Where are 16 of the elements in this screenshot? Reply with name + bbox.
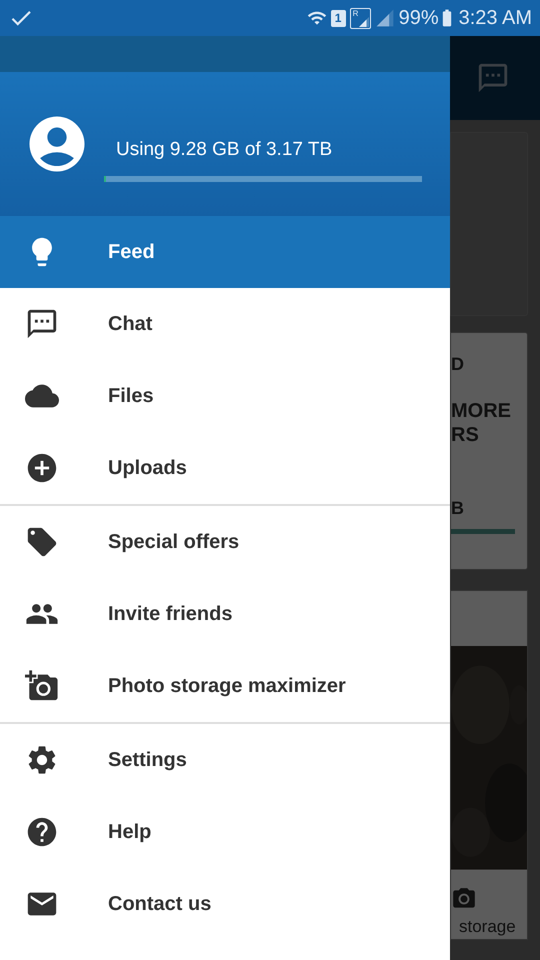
roaming-signal-icon: R	[350, 8, 371, 28]
signal-icon	[374, 8, 395, 28]
sim-icon: 1	[330, 10, 346, 26]
battery-percentage: 99%	[398, 6, 439, 31]
menu-item[interactable]: Feed	[0, 216, 450, 288]
tag-icon	[25, 525, 59, 559]
clock: 3:23 AM	[458, 6, 532, 31]
progress-track	[451, 529, 515, 534]
camera-caption: storage	[459, 916, 517, 938]
camera-icon	[25, 669, 59, 703]
storage-usage-text: Using 9.28 GB of 3.17 TB	[116, 138, 334, 162]
help-icon	[25, 815, 59, 849]
card-text: D	[451, 355, 465, 373]
card-text: B	[451, 499, 465, 517]
card-text: RS	[451, 423, 480, 447]
card-text: MORE	[451, 399, 512, 423]
